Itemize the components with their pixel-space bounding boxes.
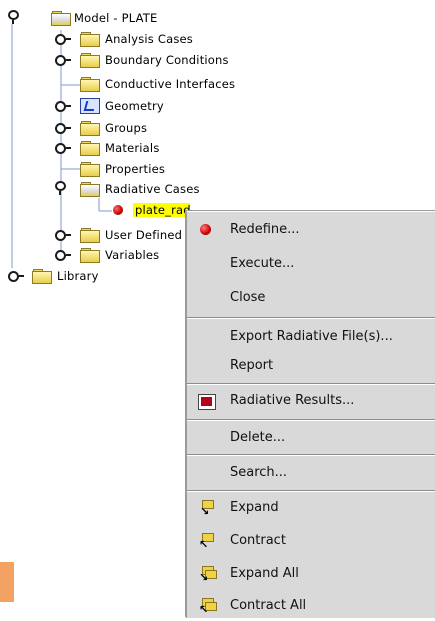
menu-item-label: Search... xyxy=(230,465,288,480)
context-menu: Redefine... Execute... Close Export Radi… xyxy=(186,211,435,618)
menu-separator xyxy=(187,454,435,456)
menu-item-expand[interactable]: ↘ Expand xyxy=(187,492,435,523)
tree-node-label: Variables xyxy=(105,248,160,262)
menu-item-contract-all[interactable]: ↖ Contract All xyxy=(187,590,435,621)
tree-node-label: Boundary Conditions xyxy=(105,53,229,67)
folder-open-icon xyxy=(51,11,71,26)
expand-toggle-icon[interactable] xyxy=(8,269,26,283)
expand-toggle-icon[interactable] xyxy=(55,53,73,67)
contract-all-icon: ↖ xyxy=(198,598,217,615)
menu-item-label: Expand All xyxy=(230,566,299,581)
tree-node-label: Geometry xyxy=(105,99,164,113)
results-icon xyxy=(198,393,216,410)
expand-toggle-icon[interactable] xyxy=(55,32,73,46)
radiative-case-icon xyxy=(113,205,123,215)
expand-all-icon: ↘ xyxy=(198,566,217,583)
menu-separator xyxy=(187,419,435,421)
menu-item-label: Radiative Results... xyxy=(230,393,355,408)
menu-item-contract[interactable]: ↖ Contract xyxy=(187,525,435,556)
menu-item-label: Contract All xyxy=(230,598,307,613)
tree-node-label: Properties xyxy=(105,162,166,176)
menu-item-delete[interactable]: Delete... xyxy=(187,422,435,453)
folder-icon xyxy=(80,141,100,156)
expand-toggle-icon[interactable] xyxy=(55,248,73,262)
expand-toggle-icon[interactable] xyxy=(55,99,73,113)
folder-open-icon xyxy=(80,182,100,197)
menu-item-report[interactable]: Report xyxy=(187,350,435,381)
tree-node-label: Analysis Cases xyxy=(105,32,193,46)
expand-toggle-icon[interactable] xyxy=(55,228,73,242)
tree-node-label: Groups xyxy=(105,121,148,135)
contract-icon: ↖ xyxy=(198,533,214,550)
folder-icon xyxy=(80,162,100,177)
folder-icon xyxy=(80,121,100,136)
tree-node-label: Radiative Cases xyxy=(105,182,200,196)
expand-toggle-icon[interactable] xyxy=(55,141,73,155)
folder-icon xyxy=(80,53,100,68)
menu-item-label: Expand xyxy=(230,500,279,515)
menu-item-label: Contract xyxy=(230,533,286,548)
geometry-icon xyxy=(80,98,100,114)
menu-item-close[interactable]: Close xyxy=(187,282,435,313)
tree-node-label: Materials xyxy=(105,141,160,155)
folder-icon xyxy=(80,77,100,92)
tree-node-label: Model - PLATE xyxy=(74,11,158,25)
menu-item-search[interactable]: Search... xyxy=(187,457,435,488)
menu-item-redefine[interactable]: Redefine... xyxy=(187,214,435,245)
menu-item-label: Delete... xyxy=(230,430,286,445)
folder-icon xyxy=(80,32,100,47)
expand-icon: ↘ xyxy=(198,500,214,517)
folder-icon xyxy=(32,269,52,284)
orange-decoration xyxy=(0,562,14,602)
tree-node-label: User Defined xyxy=(105,228,183,242)
menu-item-label: Close xyxy=(230,290,266,305)
menu-item-export-radiative-files[interactable]: Export Radiative File(s)... xyxy=(187,321,435,352)
menu-item-label: Execute... xyxy=(230,256,295,271)
menu-item-label: Report xyxy=(230,358,274,373)
collapse-toggle-icon[interactable] xyxy=(8,10,26,24)
expand-toggle-icon[interactable] xyxy=(55,121,73,135)
menu-item-label: Redefine... xyxy=(230,222,300,237)
red-ball-icon xyxy=(198,222,214,238)
menu-separator xyxy=(187,317,435,319)
tree-node-label: plate_rad xyxy=(133,203,190,217)
menu-item-expand-all[interactable]: ↘ Expand All xyxy=(187,558,435,589)
tree-node-label: Conductive Interfaces xyxy=(105,77,236,91)
menu-item-label: Export Radiative File(s)... xyxy=(230,329,393,344)
menu-item-execute[interactable]: Execute... xyxy=(187,248,435,279)
collapse-toggle-icon[interactable] xyxy=(55,181,73,195)
tree-node-label: Library xyxy=(57,269,99,283)
folder-icon xyxy=(80,228,100,243)
folder-icon xyxy=(80,248,100,263)
menu-item-radiative-results[interactable]: Radiative Results... xyxy=(187,385,435,416)
